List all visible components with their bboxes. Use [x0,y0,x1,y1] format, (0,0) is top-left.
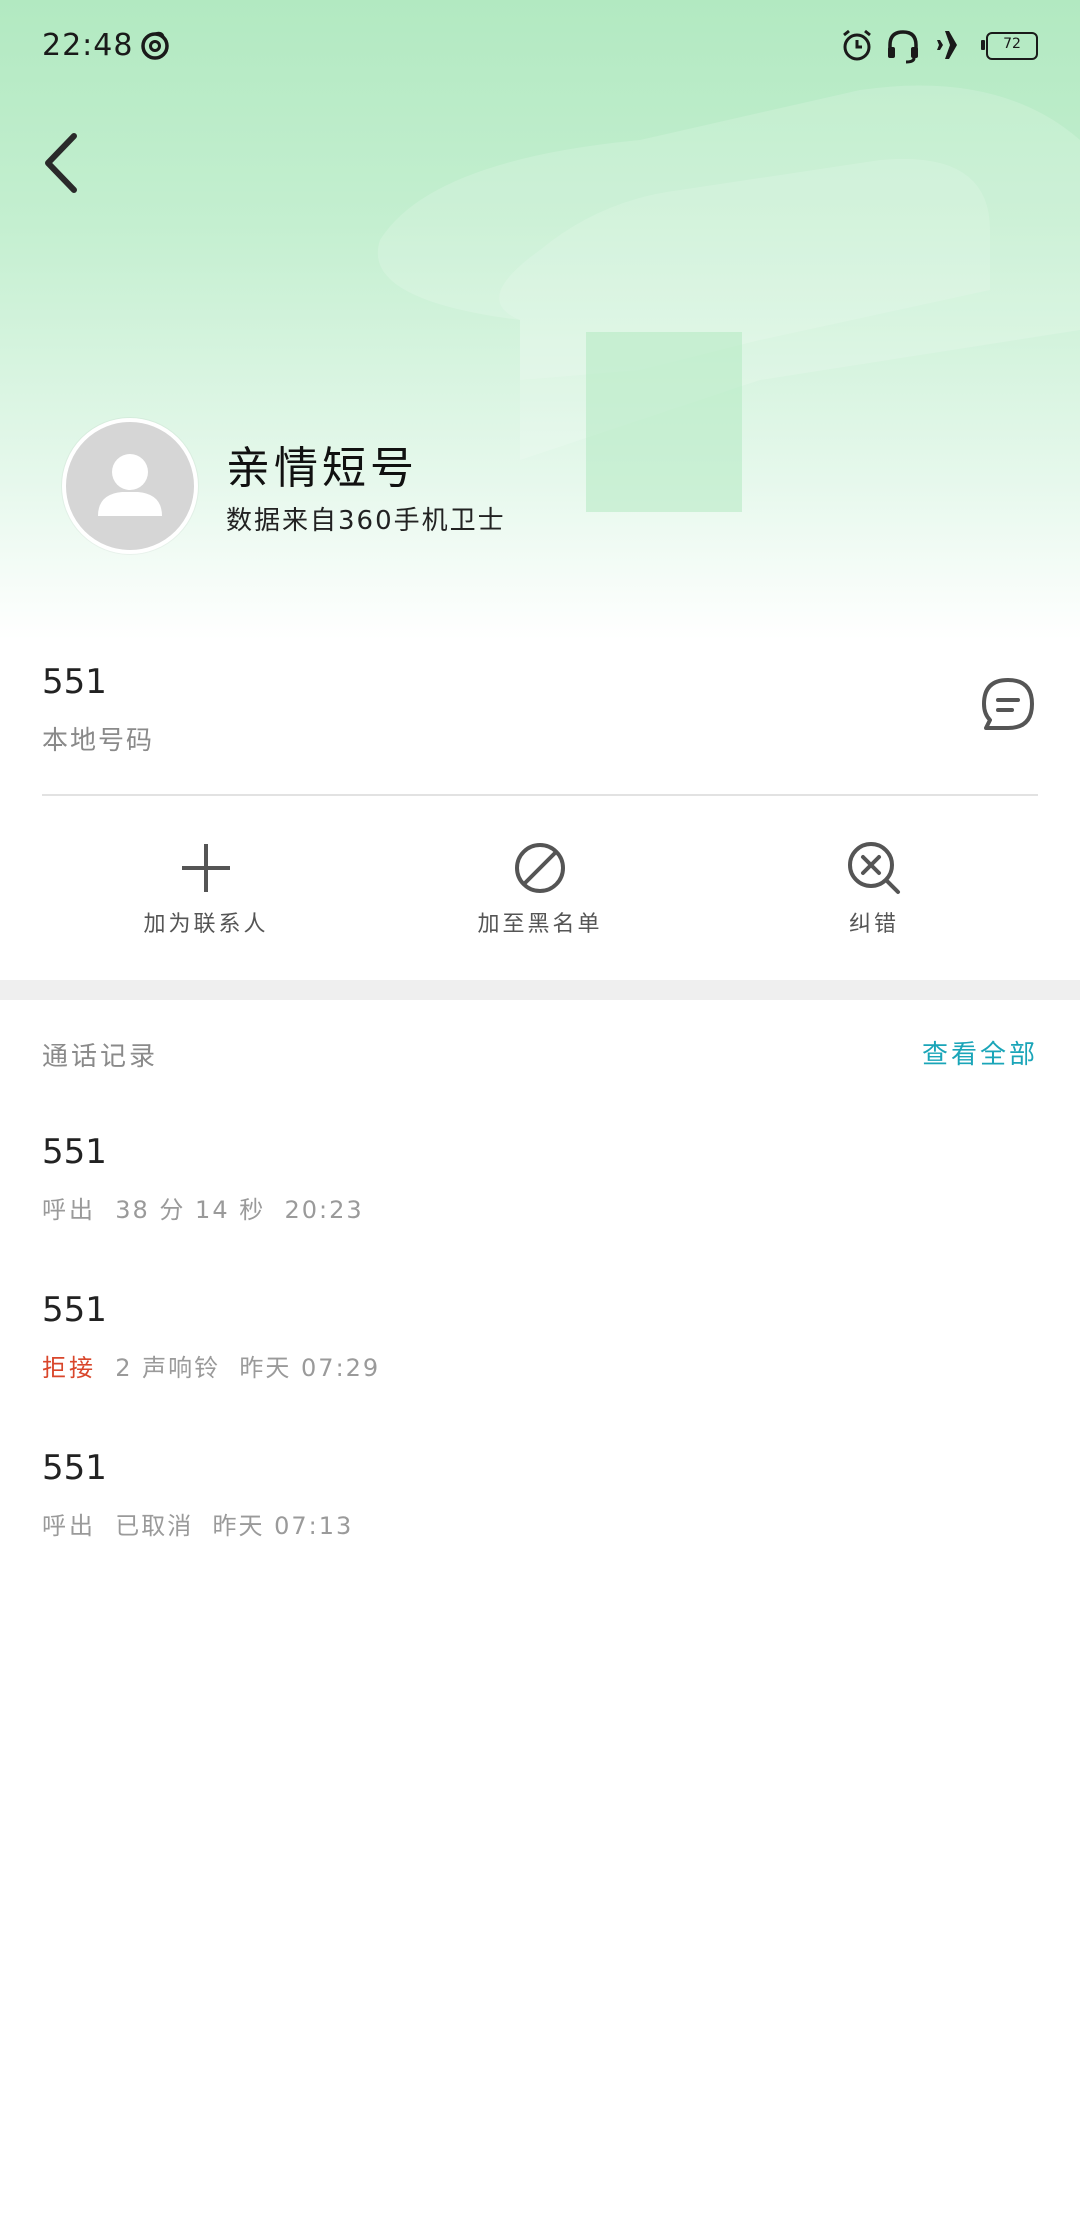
call-number: 551 [42,1448,107,1488]
call-number: 551 [42,1132,107,1172]
call-detail: 2 声响铃 昨天 07:29 [96,1354,381,1382]
call-meta: 呼出 38 分 14 秒 20:23 [42,1190,1038,1225]
add-to-blacklist-label: 加至黑名单 [477,912,603,937]
battery-icon: 72 [981,32,1038,60]
status-bar: 22:48 72 [0,0,1080,92]
phone-number-label: 本地号码 [42,726,155,756]
status-time: 22:48 [42,28,134,63]
netease-music-icon [141,31,169,60]
phone-number[interactable]: 551 [42,662,107,702]
add-contact-label: 加为联系人 [143,912,269,937]
search-cancel-icon [848,842,900,894]
message-button[interactable] [980,676,1036,732]
alarm-icon [843,29,871,61]
back-button[interactable] [34,128,92,198]
airplane-icon [937,31,971,59]
report-error-button[interactable]: 纠错 [774,838,974,938]
battery-level: 72 [1003,36,1021,52]
add-to-blacklist-button[interactable]: 加至黑名单 [440,838,640,938]
call-log-entry[interactable]: 551 呼出 已取消 昨天 07:13 [42,1448,1038,1541]
person-icon [98,454,162,516]
call-type: 呼出 [42,1196,96,1224]
call-type: 拒接 [42,1354,96,1382]
report-error-label: 纠错 [848,912,899,937]
call-log-title: 通话记录 [42,1042,159,1072]
avatar [62,418,198,554]
divider [42,794,1038,796]
call-detail: 38 分 14 秒 20:23 [96,1196,364,1224]
add-contact-button[interactable]: 加为联系人 [106,838,306,938]
call-detail: 已取消 昨天 07:13 [96,1512,354,1540]
call-log-entry[interactable]: 551 呼出 38 分 14 秒 20:23 [42,1132,1038,1225]
call-type: 呼出 [42,1512,96,1540]
call-number: 551 [42,1290,107,1330]
plus-icon [182,844,230,892]
call-meta: 拒接 2 声响铃 昨天 07:29 [42,1348,1038,1383]
headset-icon [888,30,918,64]
call-meta: 呼出 已取消 昨天 07:13 [42,1506,1038,1541]
view-all-link[interactable]: 查看全部 [922,1034,1038,1071]
contact-source: 数据来自360手机卫士 [226,506,506,536]
call-log-entry[interactable]: 551 拒接 2 声响铃 昨天 07:29 [42,1290,1038,1383]
contact-name: 亲情短号 [226,443,418,494]
section-separator [0,980,1080,1000]
block-icon [515,843,565,893]
